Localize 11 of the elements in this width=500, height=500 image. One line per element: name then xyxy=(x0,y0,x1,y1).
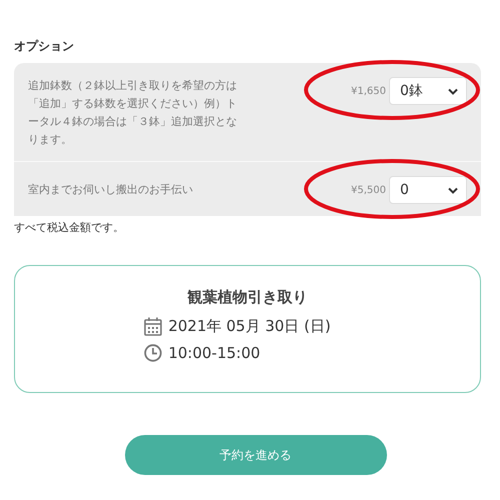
quantity-select[interactable]: 0 xyxy=(389,176,467,204)
tax-note: すべて税込金額です。 xyxy=(14,220,125,235)
service-title: 観葉植物引き取り xyxy=(188,288,308,307)
option-description: 室内までお伺いし搬出のお手伝い xyxy=(28,182,194,198)
option-price: ¥5,500 xyxy=(351,184,386,196)
date-text: 2021年 05月 30日 (日) xyxy=(168,317,331,336)
quantity-select[interactable]: 0鉢 xyxy=(389,77,467,105)
option-description: 追加鉢数（２鉢以上引き取りを希望の方は「追加」する鉢数を選択ください）例）トータル４鉢の場合は「３鉢」追加選択となります。 xyxy=(28,78,238,148)
option-price: ¥1,650 xyxy=(351,86,386,96)
section-title: オプション xyxy=(14,38,75,55)
time-text: 10:00-15:00 xyxy=(168,344,260,362)
